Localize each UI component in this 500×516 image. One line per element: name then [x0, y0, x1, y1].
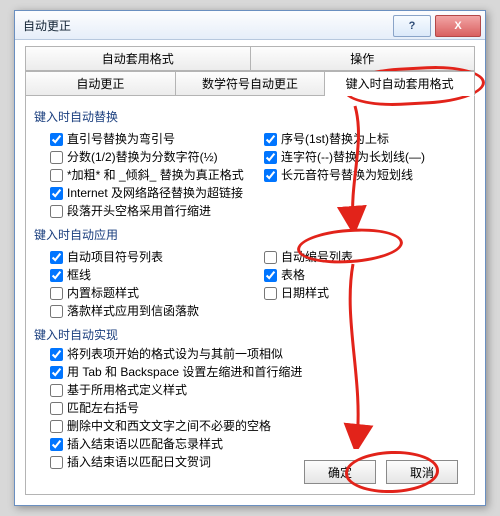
chk-straight-quotes[interactable] [50, 133, 63, 146]
lbl-match-brackets: 匹配左右括号 [67, 401, 139, 416]
lbl-heading-styles: 内置标题样式 [67, 286, 139, 301]
lbl-hyperlinks: Internet 及网络路径替换为超链接 [67, 186, 243, 201]
lbl-tab-backspace: 用 Tab 和 Backspace 设置左缩进和首行缩进 [67, 365, 302, 380]
chk-match-brackets[interactable] [50, 402, 63, 415]
section2-right: 自动编号列表 表格 日期样式 [250, 247, 464, 322]
chk-remove-space[interactable] [50, 420, 63, 433]
lbl-jp-greeting: 插入结束语以匹配日文贺词 [67, 455, 211, 470]
chk-ordinals[interactable] [264, 133, 277, 146]
help-icon: ? [409, 20, 416, 32]
section-title-replace: 键入时自动替换 [34, 108, 464, 125]
lbl-remove-space: 删除中文和西文文字之间不必要的空格 [67, 419, 271, 434]
section1-left: 直引号替换为弯引号 分数(1/2)替换为分数字符(½) *加粗* 和 _倾斜_ … [36, 129, 250, 222]
tab-auto-format[interactable]: 自动套用格式 [25, 46, 251, 71]
dialog-title: 自动更正 [23, 17, 393, 34]
chk-indent[interactable] [50, 205, 63, 218]
lbl-bold-italic: *加粗* 和 _倾斜_ 替换为真正格式 [67, 168, 244, 183]
lbl-tables: 表格 [281, 268, 305, 283]
lbl-closing-style: 落款样式应用到信函落款 [67, 304, 199, 319]
section-title-apply: 键入时自动应用 [34, 226, 464, 243]
lbl-format-list-item: 将列表项开始的格式设为与其前一项相似 [67, 347, 283, 362]
close-icon: X [454, 20, 461, 32]
tab-row-1: 自动套用格式 操作 [25, 46, 475, 71]
chk-tab-backspace[interactable] [50, 366, 63, 379]
tab-panel: 键入时自动替换 直引号替换为弯引号 分数(1/2)替换为分数字符(½) *加粗*… [25, 96, 475, 495]
chk-dashes[interactable] [264, 151, 277, 164]
lbl-numbered-list: 自动编号列表 [281, 250, 353, 265]
chk-long-vowel[interactable] [264, 169, 277, 182]
section1-right: 序号(1st)替换为上标 连字符(--)替换为长划线(—) 长元音符号替换为短划… [250, 129, 464, 222]
tab-autoformat-as-you-type[interactable]: 键入时自动套用格式 [325, 71, 475, 96]
tab-math-autocorrect[interactable]: 数学符号自动更正 [176, 71, 326, 96]
chk-numbered-list[interactable] [264, 251, 277, 264]
tab-row-2: 自动更正 数学符号自动更正 键入时自动套用格式 [25, 71, 475, 96]
lbl-long-vowel: 长元音符号替换为短划线 [281, 168, 413, 183]
help-button[interactable]: ? [393, 15, 431, 37]
chk-tables[interactable] [264, 269, 277, 282]
chk-hyperlinks[interactable] [50, 187, 63, 200]
tab-autocorrect[interactable]: 自动更正 [25, 71, 176, 96]
lbl-fractions: 分数(1/2)替换为分数字符(½) [67, 150, 218, 165]
section2-left: 自动项目符号列表 框线 内置标题样式 落款样式应用到信函落款 [36, 247, 250, 322]
chk-jp-greeting[interactable] [50, 456, 63, 469]
lbl-ordinals: 序号(1st)替换为上标 [281, 132, 389, 147]
cancel-button[interactable]: 取消 [386, 460, 458, 484]
section3: 将列表项开始的格式设为与其前一项相似 用 Tab 和 Backspace 设置左… [36, 347, 464, 470]
tab-actions[interactable]: 操作 [251, 46, 476, 71]
chk-date-style[interactable] [264, 287, 277, 300]
lbl-indent: 段落开头空格采用首行缩进 [67, 204, 211, 219]
lbl-dashes: 连字符(--)替换为长划线(—) [281, 150, 425, 165]
ok-button[interactable]: 确定 [304, 460, 376, 484]
section-title-auto: 键入时自动实现 [34, 326, 464, 343]
chk-heading-styles[interactable] [50, 287, 63, 300]
lbl-memo-closing: 插入结束语以匹配备忘录样式 [67, 437, 223, 452]
title-bar: 自动更正 ? X [15, 11, 485, 40]
chk-memo-closing[interactable] [50, 438, 63, 451]
dialog-body: 自动套用格式 操作 自动更正 数学符号自动更正 键入时自动套用格式 键入时自动替… [15, 40, 485, 505]
chk-closing-style[interactable] [50, 305, 63, 318]
lbl-date-style: 日期样式 [281, 286, 329, 301]
lbl-border-lines: 框线 [67, 268, 91, 283]
chk-bullet-list[interactable] [50, 251, 63, 264]
chk-border-lines[interactable] [50, 269, 63, 282]
lbl-bullet-list: 自动项目符号列表 [67, 250, 163, 265]
chk-bold-italic[interactable] [50, 169, 63, 182]
close-button[interactable]: X [435, 15, 481, 37]
dialog-buttons: 确定 取消 [304, 460, 458, 484]
lbl-define-styles: 基于所用格式定义样式 [67, 383, 187, 398]
chk-fractions[interactable] [50, 151, 63, 164]
lbl-straight-quotes: 直引号替换为弯引号 [67, 132, 175, 147]
chk-format-list-item[interactable] [50, 348, 63, 361]
chk-define-styles[interactable] [50, 384, 63, 397]
autocorrect-dialog: 自动更正 ? X 自动套用格式 操作 自动更正 数学符号自动更正 键入时自动套用… [14, 10, 486, 506]
